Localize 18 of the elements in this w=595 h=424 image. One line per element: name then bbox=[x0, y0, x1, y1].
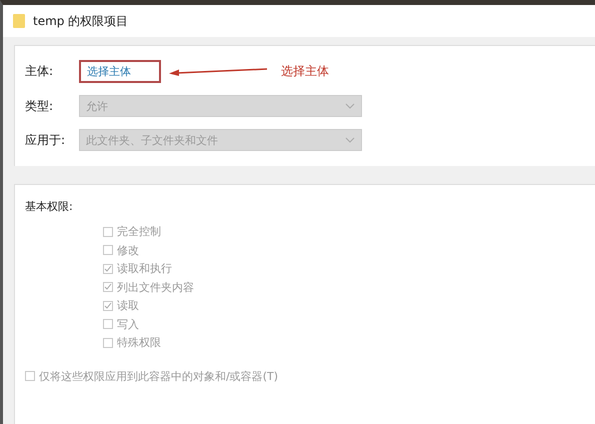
checkbox-label: 读取和执行 bbox=[117, 261, 172, 276]
window-title: temp 的权限项目 bbox=[33, 12, 128, 30]
checkbox-label: 读取 bbox=[117, 298, 139, 314]
chevron-down-icon bbox=[345, 137, 355, 143]
section-heading: 基本权限: bbox=[25, 199, 73, 214]
field-label: 类型: bbox=[25, 98, 54, 114]
checkbox-label: 仅将这些权限应用到此容器中的对象和/或容器(T) bbox=[39, 368, 278, 384]
checkbox-label: 修改 bbox=[117, 242, 139, 258]
field-label: 应用于: bbox=[25, 132, 66, 148]
chevron-down-icon bbox=[345, 103, 355, 109]
checkbox-label: 列出文件夹内容 bbox=[117, 280, 194, 295]
field-label: 主体: bbox=[25, 63, 54, 80]
folder-icon bbox=[13, 13, 25, 29]
checkbox-label: 特殊权限 bbox=[117, 335, 161, 350]
select-principal-link[interactable]: 选择主体 bbox=[79, 60, 161, 83]
annotation-text: 选择主体 bbox=[281, 63, 329, 80]
checkbox-label: 写入 bbox=[117, 316, 139, 332]
checkbox-label: 完全控制 bbox=[117, 224, 161, 240]
